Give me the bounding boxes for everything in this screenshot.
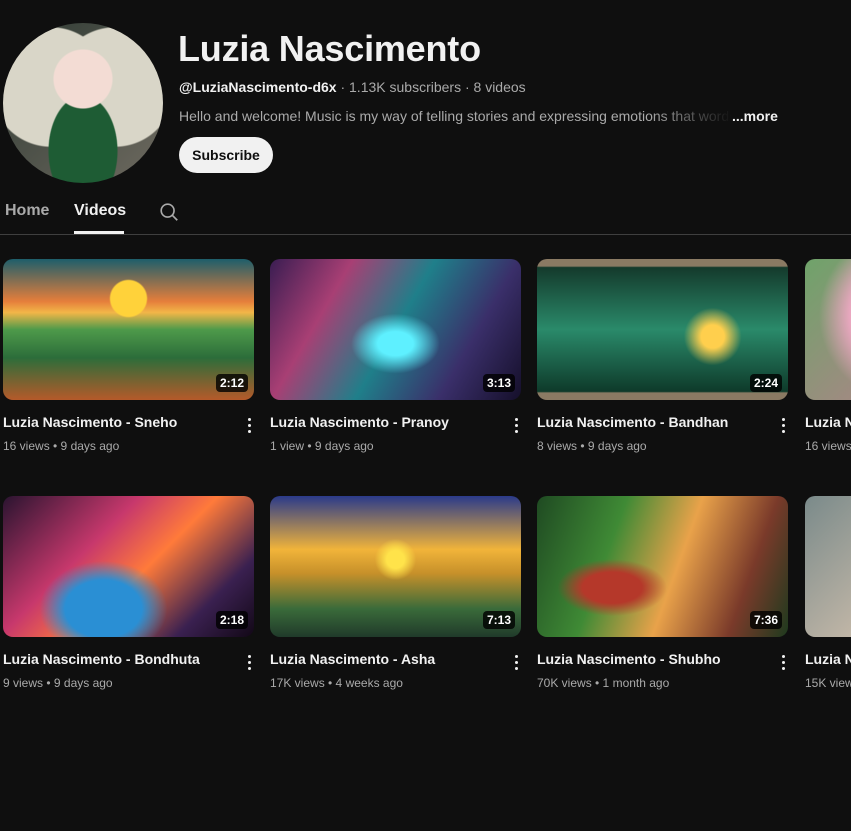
video-thumbnail[interactable] [805,496,851,637]
video-duration: 2:18 [215,611,248,629]
video-stats: 9 views • 9 days ago [3,676,113,690]
video-title[interactable]: Luzia Nascimento - Sneho [3,414,177,430]
video-title[interactable]: Luzia Nascimento - Shubho [537,651,721,667]
video-title[interactable]: Luzia N [805,651,851,667]
channel-avatar [3,23,163,183]
video-thumbnail[interactable]: 7:36 [537,496,788,637]
video-title[interactable]: Luzia N [805,414,851,430]
video-thumbnail[interactable]: 7:13 [270,496,521,637]
more-actions-icon[interactable] [773,415,793,435]
video-title[interactable]: Luzia Nascimento - Asha [270,651,435,667]
video-card[interactable]: 2:24 Luzia Nascimento - Bandhan 8 views … [537,259,789,453]
active-tab-indicator [74,231,124,234]
more-link[interactable]: ...more [732,108,778,124]
video-title[interactable]: Luzia Nascimento - Bandhan [537,414,728,430]
video-card[interactable]: 7:36 Luzia Nascimento - Shubho 70K views… [537,496,789,690]
video-thumbnail[interactable] [805,259,851,400]
tab-videos[interactable]: Videos [74,202,126,220]
video-stats: 1 view • 9 days ago [270,439,374,453]
more-actions-icon[interactable] [239,415,259,435]
video-thumbnail[interactable]: 2:12 [3,259,254,400]
video-card[interactable]: Luzia N 15K view [805,496,851,696]
video-stats: 8 views • 9 days ago [537,439,647,453]
search-icon[interactable] [158,201,180,223]
video-duration: 3:13 [482,374,515,392]
video-card[interactable]: Luzia N 16 views [805,259,851,459]
more-actions-icon[interactable] [773,652,793,672]
video-card[interactable]: 2:12 Luzia Nascimento - Sneho 16 views •… [3,259,255,453]
more-actions-icon[interactable] [506,415,526,435]
video-duration: 7:13 [482,611,515,629]
channel-tabs: Home Videos [0,188,851,235]
video-thumbnail[interactable]: 3:13 [270,259,521,400]
channel-description[interactable]: Hello and welcome! Music is my way of te… [179,108,799,124]
video-stats: 15K view [805,676,851,690]
video-card[interactable]: 2:18 Luzia Nascimento - Bondhuta 9 views… [3,496,255,690]
video-title[interactable]: Luzia Nascimento - Pranoy [270,414,449,430]
channel-handle: @LuziaNascimento-d6x [179,79,337,95]
channel-meta: @LuziaNascimento-d6x · 1.13K subscribers… [179,79,526,95]
channel-description-text: Hello and welcome! Music is my way of te… [179,108,732,124]
channel-name: Luzia Nascimento [178,28,481,69]
tab-home[interactable]: Home [5,202,49,220]
video-duration: 2:12 [215,374,248,392]
video-stats: 70K views • 1 month ago [537,676,670,690]
video-stats: 17K views • 4 weeks ago [270,676,403,690]
video-card[interactable]: 7:13 Luzia Nascimento - Asha 17K views •… [270,496,522,690]
video-title[interactable]: Luzia Nascimento - Bondhuta [3,651,200,667]
video-thumbnail[interactable]: 2:24 [537,259,788,400]
more-actions-icon[interactable] [239,652,259,672]
video-duration: 7:36 [749,611,782,629]
subscribe-button[interactable]: Subscribe [179,137,273,173]
video-duration: 2:24 [749,374,782,392]
video-card[interactable]: 3:13 Luzia Nascimento - Pranoy 1 view • … [270,259,522,453]
more-actions-icon[interactable] [506,652,526,672]
video-stats: 16 views • 9 days ago [3,439,120,453]
channel-stats: · 1.13K subscribers · 8 videos [336,79,526,95]
video-stats: 16 views [805,439,851,453]
video-thumbnail[interactable]: 2:18 [3,496,254,637]
